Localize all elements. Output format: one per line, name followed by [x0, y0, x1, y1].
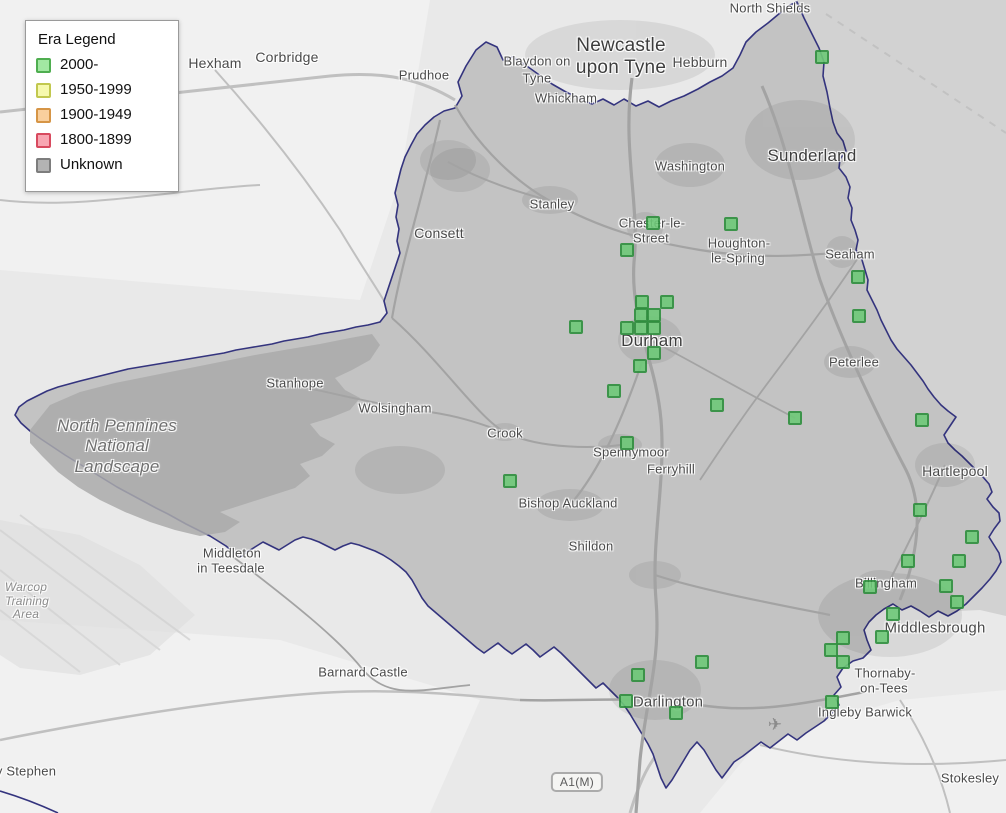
era-marker[interactable] [647, 346, 661, 360]
legend-item-label: 1800-1899 [60, 131, 132, 149]
moor-patch [355, 446, 445, 494]
era-marker[interactable] [633, 359, 647, 373]
era-marker[interactable] [619, 694, 633, 708]
legend-swatch-icon [36, 83, 51, 98]
era-marker[interactable] [635, 295, 649, 309]
era-marker[interactable] [660, 295, 674, 309]
legend-item: 2000- [36, 56, 166, 74]
era-marker[interactable] [950, 595, 964, 609]
era-marker[interactable] [607, 384, 621, 398]
era-marker[interactable] [695, 655, 709, 669]
era-marker[interactable] [646, 216, 660, 230]
era-marker[interactable] [669, 706, 683, 720]
era-marker[interactable] [825, 695, 839, 709]
legend-swatch-icon [36, 158, 51, 173]
era-marker[interactable] [852, 309, 866, 323]
legend-item: Unknown [36, 156, 166, 174]
legend-swatch-icon [36, 108, 51, 123]
era-marker[interactable] [875, 630, 889, 644]
era-marker[interactable] [965, 530, 979, 544]
legend-item-label: Unknown [60, 156, 123, 174]
era-marker[interactable] [952, 554, 966, 568]
era-marker[interactable] [620, 321, 634, 335]
legend-title: Era Legend [38, 31, 166, 48]
era-marker[interactable] [620, 243, 634, 257]
legend-item-label: 2000- [60, 56, 98, 74]
era-marker[interactable] [710, 398, 724, 412]
era-legend: Era Legend 2000- 1950-1999 1900-1949 1800-1… [25, 20, 179, 192]
era-marker[interactable] [863, 580, 877, 594]
era-marker[interactable] [631, 668, 645, 682]
legend-item: 1900-1949 [36, 106, 166, 124]
era-marker[interactable] [569, 320, 583, 334]
era-marker[interactable] [836, 631, 850, 645]
legend-swatch-icon [36, 133, 51, 148]
era-marker[interactable] [647, 308, 661, 322]
map-canvas[interactable]: North ShieldsNewcastleupon TyneHebburnHe… [0, 0, 1006, 813]
era-marker[interactable] [901, 554, 915, 568]
era-marker[interactable] [939, 579, 953, 593]
legend-item-label: 1900-1949 [60, 106, 132, 124]
era-marker[interactable] [634, 321, 648, 335]
era-marker[interactable] [634, 308, 648, 322]
era-marker[interactable] [886, 607, 900, 621]
era-marker[interactable] [647, 321, 661, 335]
road-badge-a1m: A1(M) [551, 772, 603, 792]
era-marker[interactable] [851, 270, 865, 284]
legend-item: 1800-1899 [36, 131, 166, 149]
era-marker[interactable] [913, 503, 927, 517]
era-marker[interactable] [836, 655, 850, 669]
era-marker[interactable] [724, 217, 738, 231]
legend-swatch-icon [36, 58, 51, 73]
era-marker[interactable] [503, 474, 517, 488]
era-marker[interactable] [915, 413, 929, 427]
era-marker[interactable] [788, 411, 802, 425]
era-marker[interactable] [620, 436, 634, 450]
legend-items: 2000- 1950-1999 1900-1949 1800-1899 Unknown [36, 56, 166, 174]
legend-item-label: 1950-1999 [60, 81, 132, 99]
legend-item: 1950-1999 [36, 81, 166, 99]
era-marker[interactable] [815, 50, 829, 64]
